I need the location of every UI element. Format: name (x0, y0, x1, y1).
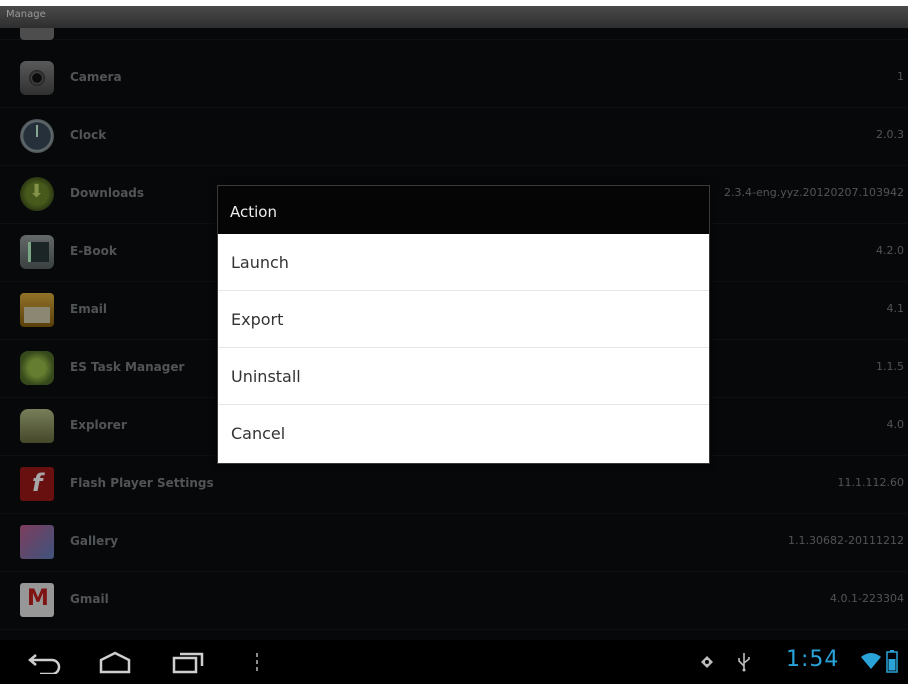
action-dialog: Action Launch Export Uninstall Cancel (217, 185, 710, 464)
option-label: Cancel (231, 424, 286, 443)
recent-apps-icon[interactable] (170, 650, 206, 674)
menu-icon[interactable] (253, 651, 261, 673)
cancel-option[interactable]: Cancel (218, 405, 709, 462)
window-title: Manage (6, 9, 46, 20)
uninstall-option[interactable]: Uninstall (218, 348, 709, 405)
android-screen: Manage Camera 1 Clock 2.0.3 Downloads 2.… (0, 0, 908, 684)
clock-time[interactable]: 1:54 (786, 647, 839, 672)
dialog-title: Action (230, 203, 277, 221)
usb-icon[interactable] (737, 652, 751, 672)
battery-icon[interactable] (886, 649, 898, 673)
title-bar: Manage (0, 6, 908, 28)
android-notification-icon[interactable] (698, 653, 716, 671)
option-label: Launch (231, 253, 289, 272)
option-label: Uninstall (231, 367, 301, 386)
option-label: Export (231, 310, 284, 329)
dialog-header: Action (218, 186, 709, 234)
back-icon[interactable] (28, 650, 62, 674)
launch-option[interactable]: Launch (218, 234, 709, 291)
export-option[interactable]: Export (218, 291, 709, 348)
home-icon[interactable] (97, 650, 133, 674)
wifi-icon[interactable] (860, 652, 882, 670)
system-navigation-bar: 1:54 (0, 640, 908, 684)
